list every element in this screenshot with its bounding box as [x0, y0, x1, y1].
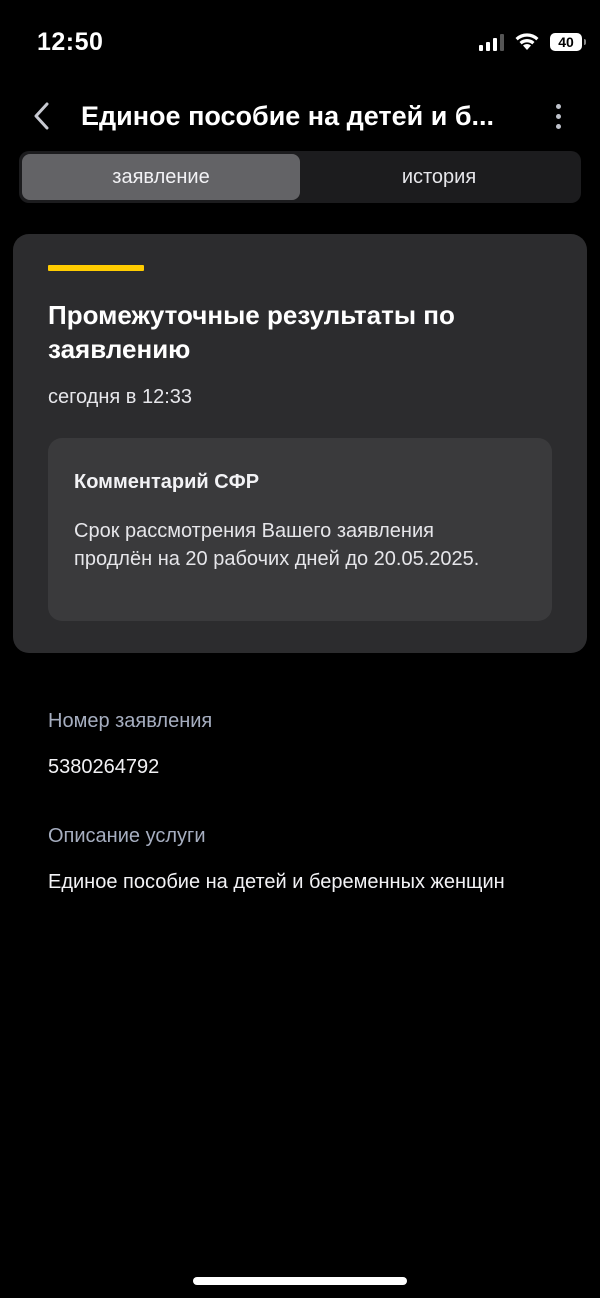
battery-level: 40 [558, 33, 574, 50]
status-time: 12:50 [37, 28, 104, 56]
comment-box: Комментарий СФР Срок рассмотрения Вашего… [48, 438, 552, 621]
status-card: Промежуточные результаты по заявлению се… [13, 234, 587, 653]
application-screen: 12:50 40 Единое пособие на детей и б... … [0, 0, 600, 1298]
comment-text: Срок рассмотрения Вашего заявления продл… [74, 520, 480, 570]
tab-application[interactable]: заявление [22, 154, 300, 200]
tab-history[interactable]: история [300, 154, 578, 200]
wifi-icon [515, 33, 539, 50]
status-icons: 40 [479, 32, 586, 51]
tab-switcher: заявление история [19, 151, 581, 203]
status-accent-bar [48, 265, 144, 271]
status-timestamp: сегодня в 12:33 [48, 386, 192, 408]
status-bar: 12:50 40 [0, 0, 600, 90]
status-title: Промежуточные результаты по заявлению [48, 300, 455, 364]
more-vertical-icon [555, 103, 561, 109]
service-description-value: Единое пособие на детей и беременных жен… [48, 871, 505, 893]
chevron-left-icon [34, 102, 49, 130]
back-button[interactable] [26, 98, 58, 134]
signal-icon [479, 33, 504, 51]
more-options-button[interactable] [546, 98, 570, 134]
comment-title: Комментарий СФР [74, 471, 260, 493]
application-number-value: 5380264792 [48, 756, 160, 778]
application-number-label: Номер заявления [48, 710, 213, 732]
home-indicator[interactable] [193, 1277, 407, 1285]
battery-icon: 40 [550, 32, 586, 51]
page-title: Единое пособие на детей и б... [81, 101, 495, 131]
navigation-header: Единое пособие на детей и б... [0, 90, 600, 142]
service-description-label: Описание услуги [48, 825, 206, 847]
